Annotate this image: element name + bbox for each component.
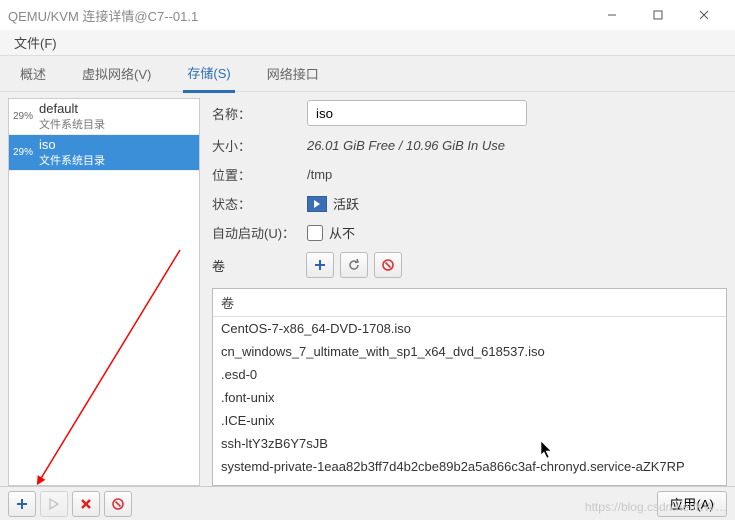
location-value: /tmp xyxy=(307,167,727,182)
pool-item-iso[interactable]: 29% iso 文件系统目录 xyxy=(9,135,199,171)
tab-net-if[interactable]: 网络接口 xyxy=(263,56,323,91)
pool-pct: 29% xyxy=(13,111,39,122)
list-item[interactable]: .font-unix xyxy=(213,386,726,409)
details-pane: 名称： 大小： 26.01 GiB Free / 10.96 GiB In Us… xyxy=(204,92,735,486)
delete-pool-button[interactable] xyxy=(104,491,132,517)
autostart-checkbox[interactable] xyxy=(307,225,323,241)
pool-name: iso xyxy=(39,137,195,152)
maximize-button[interactable] xyxy=(635,0,681,30)
list-item[interactable]: CentOS-7-x86_64-DVD-1708.iso xyxy=(213,317,726,340)
refresh-volume-button[interactable] xyxy=(340,252,368,278)
list-item[interactable]: .esd-0 xyxy=(213,363,726,386)
list-item[interactable]: cn_windows_7_ultimate_with_sp1_x64_dvd_6… xyxy=(213,340,726,363)
titlebar: QEMU/KVM 连接详情@C7--01.1 xyxy=(0,0,735,30)
tab-overview[interactable]: 概述 xyxy=(16,56,50,91)
content: 29% default 文件系统目录 29% iso 文件系统目录 名称： 大小… xyxy=(0,92,735,486)
start-pool-button[interactable] xyxy=(40,491,68,517)
tabbar: 概述 虚拟网络(V) 存储(S) 网络接口 xyxy=(0,56,735,92)
size-label: 大小： xyxy=(212,136,307,155)
pool-sub: 文件系统目录 xyxy=(39,116,195,132)
add-volume-button[interactable] xyxy=(306,252,334,278)
stop-pool-button[interactable] xyxy=(72,491,100,517)
volume-list-header: 卷 xyxy=(213,289,726,317)
delete-volume-button[interactable] xyxy=(374,252,402,278)
minimize-button[interactable] xyxy=(589,0,635,30)
watermark: https://blog.csdn.net/KW… xyxy=(585,500,727,514)
state-value: 活跃 xyxy=(333,194,359,213)
tab-virtual-net[interactable]: 虚拟网络(V) xyxy=(78,56,155,91)
autostart-label: 自动启动(U)： xyxy=(212,223,307,242)
pool-sub: 文件系统目录 xyxy=(39,152,195,168)
close-button[interactable] xyxy=(681,0,727,30)
pool-name: default xyxy=(39,101,195,116)
pool-item-default[interactable]: 29% default 文件系统目录 xyxy=(9,99,199,135)
list-item[interactable]: .ICE-unix xyxy=(213,409,726,432)
tab-storage[interactable]: 存储(S) xyxy=(183,55,234,93)
size-value: 26.01 GiB Free / 10.96 GiB In Use xyxy=(307,138,727,153)
play-icon xyxy=(307,196,327,212)
name-input[interactable] xyxy=(307,100,527,126)
window-title: QEMU/KVM 连接详情@C7--01.1 xyxy=(8,6,589,25)
menu-file[interactable]: 文件(F) xyxy=(8,31,63,54)
menubar: 文件(F) xyxy=(0,30,735,56)
state-label: 状态： xyxy=(212,194,307,213)
add-pool-button[interactable] xyxy=(8,491,36,517)
autostart-text: 从不 xyxy=(329,223,355,242)
volume-list[interactable]: 卷 CentOS-7-x86_64-DVD-1708.iso cn_window… xyxy=(212,288,727,486)
pool-pct: 29% xyxy=(13,147,39,158)
name-label: 名称： xyxy=(212,104,307,123)
location-label: 位置： xyxy=(212,165,307,184)
pool-list: 29% default 文件系统目录 29% iso 文件系统目录 xyxy=(8,98,200,486)
list-item[interactable]: ssh-ltY3zB6Y7sJB xyxy=(213,432,726,455)
list-item[interactable]: systemd-private-1eaa82b3ff7d4b2cbe89b2a5… xyxy=(213,455,726,478)
volumes-label: 卷 xyxy=(212,256,300,275)
